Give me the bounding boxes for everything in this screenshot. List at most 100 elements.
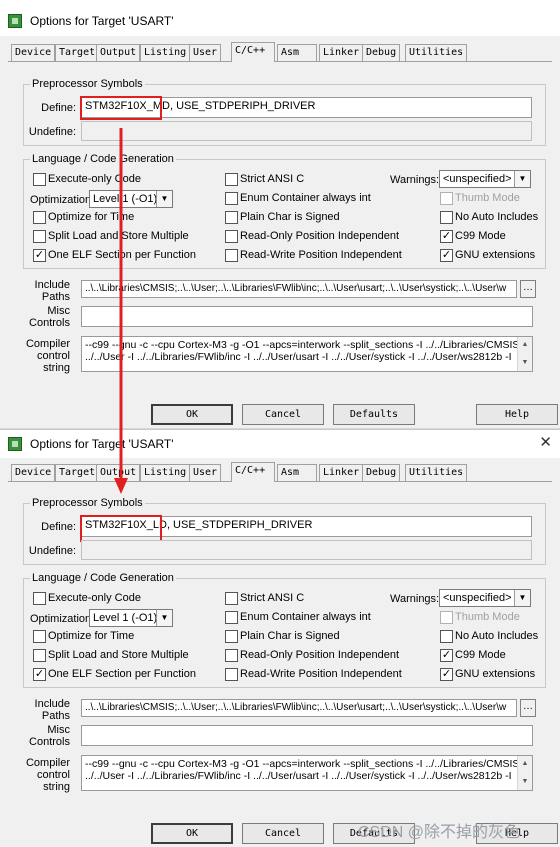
split-load-checkbox[interactable] xyxy=(33,649,46,662)
rw-pi-checkbox[interactable] xyxy=(225,668,238,681)
strict-ansi-checkbox[interactable] xyxy=(225,173,238,186)
ok-button[interactable]: OK xyxy=(151,823,233,844)
tab-user[interactable]: User xyxy=(189,44,222,61)
chevron-down-icon: ▼ xyxy=(514,171,530,187)
help-button[interactable]: Help xyxy=(476,404,558,425)
no-auto-includes-checkbox[interactable] xyxy=(440,211,453,224)
include-paths-input[interactable]: ..\..\Libraries\CMSIS;..\..\User;..\..\L… xyxy=(81,280,517,298)
compiler-scrollbar[interactable]: ▲ ▼ xyxy=(517,756,532,790)
chevron-down-icon: ▼ xyxy=(156,610,172,626)
tab-listing[interactable]: Listing xyxy=(140,464,191,481)
optimization-select[interactable]: Level 1 (-O1) ▼ xyxy=(89,609,173,627)
define-label: Define: xyxy=(41,521,76,533)
no-auto-includes-checkbox[interactable] xyxy=(440,630,453,643)
one-elf-checkbox[interactable]: ✓ xyxy=(33,668,46,681)
tab-device[interactable]: Device xyxy=(11,464,56,481)
compiler-scrollbar[interactable]: ▲ ▼ xyxy=(517,337,532,371)
keil-app-icon xyxy=(8,14,22,28)
warnings-label: Warnings: xyxy=(390,174,440,186)
plain-char-checkbox[interactable] xyxy=(225,630,238,643)
thumb-mode-label: Thumb Mode xyxy=(455,611,520,623)
include-browse-button[interactable]: … xyxy=(520,280,536,298)
thumb-mode-label: Thumb Mode xyxy=(455,192,520,204)
plain-char-checkbox[interactable] xyxy=(225,211,238,224)
scroll-up-icon: ▲ xyxy=(521,341,529,348)
one-elf-checkbox[interactable]: ✓ xyxy=(33,249,46,262)
tab-linker[interactable]: Linker xyxy=(319,464,364,481)
tab-utilities[interactable]: Utilities xyxy=(405,464,468,481)
tab-divider xyxy=(8,481,552,482)
include-browse-button[interactable]: … xyxy=(520,699,536,717)
optimization-select[interactable]: Level 1 (-O1) ▼ xyxy=(89,190,173,208)
include-paths-input[interactable]: ..\..\Libraries\CMSIS;..\..\User;..\..\L… xyxy=(81,699,517,717)
enum-container-checkbox[interactable] xyxy=(225,611,238,624)
c99-mode-checkbox[interactable]: ✓ xyxy=(440,649,453,662)
tab-debug[interactable]: Debug xyxy=(362,44,401,61)
warnings-select[interactable]: <unspecified> ▼ xyxy=(439,170,531,188)
ro-pi-checkbox[interactable] xyxy=(225,649,238,662)
optimize-time-label: Optimize for Time xyxy=(48,630,135,642)
cancel-button[interactable]: Cancel xyxy=(242,823,324,844)
highlight-box-define xyxy=(80,515,162,542)
include-label-line1: Include xyxy=(34,279,70,291)
tab-output[interactable]: Output xyxy=(96,464,141,481)
optimize-time-checkbox[interactable] xyxy=(33,630,46,643)
include-label-line2: Paths xyxy=(41,710,70,722)
codegen-group-title: Language / Code Generation xyxy=(30,572,176,584)
tab-asm[interactable]: Asm xyxy=(277,464,317,481)
thumb-mode-checkbox[interactable] xyxy=(440,611,453,624)
c99-mode-checkbox[interactable]: ✓ xyxy=(440,230,453,243)
enum-container-checkbox[interactable] xyxy=(225,192,238,205)
gnu-extensions-checkbox[interactable]: ✓ xyxy=(440,249,453,262)
csdn-watermark: CSDN @除不掉的灰色 xyxy=(358,824,521,841)
tab-c-cpp[interactable]: C/C++ xyxy=(231,42,275,62)
scroll-down-icon: ▼ xyxy=(521,778,529,785)
tab-c-cpp[interactable]: C/C++ xyxy=(231,462,275,482)
preprocessor-group-title: Preprocessor Symbols xyxy=(30,497,145,509)
tab-asm[interactable]: Asm xyxy=(277,44,317,61)
tab-target[interactable]: Target xyxy=(55,44,100,61)
tab-target[interactable]: Target xyxy=(55,464,100,481)
highlight-box-define xyxy=(80,96,162,120)
plain-char-label: Plain Char is Signed xyxy=(240,630,340,642)
ok-button[interactable]: OK xyxy=(151,404,233,425)
tab-linker[interactable]: Linker xyxy=(319,44,364,61)
execute-only-checkbox[interactable] xyxy=(33,173,46,186)
tab-user[interactable]: User xyxy=(189,464,222,481)
strict-ansi-label: Strict ANSI C xyxy=(240,592,305,604)
close-icon[interactable]: ✕ xyxy=(539,433,552,451)
rw-pi-checkbox[interactable] xyxy=(225,249,238,262)
tab-divider xyxy=(8,61,552,62)
split-load-checkbox[interactable] xyxy=(33,230,46,243)
compiler-control-string[interactable]: --c99 --gnu -c --cpu Cortex-M3 -g -O1 --… xyxy=(81,336,533,372)
tab-device[interactable]: Device xyxy=(11,44,56,61)
define-symbol-rest: , USE_STDPERIPH_DRIVER xyxy=(166,519,313,531)
warnings-label: Warnings: xyxy=(390,593,440,605)
thumb-mode-checkbox[interactable] xyxy=(440,192,453,205)
tab-listing[interactable]: Listing xyxy=(140,44,191,61)
gnu-extensions-checkbox[interactable]: ✓ xyxy=(440,668,453,681)
misc-controls-input[interactable] xyxy=(81,306,533,327)
c99-mode-label: C99 Mode xyxy=(455,230,506,242)
undefine-input[interactable] xyxy=(81,540,532,560)
execute-only-checkbox[interactable] xyxy=(33,592,46,605)
gnu-extensions-label: GNU extensions xyxy=(455,668,536,680)
ro-pi-checkbox[interactable] xyxy=(225,230,238,243)
include-label-line2: Paths xyxy=(41,291,70,303)
tab-debug[interactable]: Debug xyxy=(362,464,401,481)
warnings-select[interactable]: <unspecified> ▼ xyxy=(439,589,531,607)
title-bar: Options for Target 'USART' xyxy=(0,0,560,36)
compiler-control-string[interactable]: --c99 --gnu -c --cpu Cortex-M3 -g -O1 --… xyxy=(81,755,533,791)
scroll-up-icon: ▲ xyxy=(521,760,529,767)
strict-ansi-checkbox[interactable] xyxy=(225,592,238,605)
tab-output[interactable]: Output xyxy=(96,44,141,61)
ro-pi-label: Read-Only Position Independent xyxy=(240,230,399,242)
tab-utilities[interactable]: Utilities xyxy=(405,44,468,61)
defaults-button[interactable]: Defaults xyxy=(333,404,415,425)
misc-controls-input[interactable] xyxy=(81,725,533,746)
dialog-title: Options for Target 'USART' xyxy=(30,14,174,28)
cancel-button[interactable]: Cancel xyxy=(242,404,324,425)
undefine-input[interactable] xyxy=(81,121,532,141)
optimize-time-checkbox[interactable] xyxy=(33,211,46,224)
codegen-group-title: Language / Code Generation xyxy=(30,153,176,165)
